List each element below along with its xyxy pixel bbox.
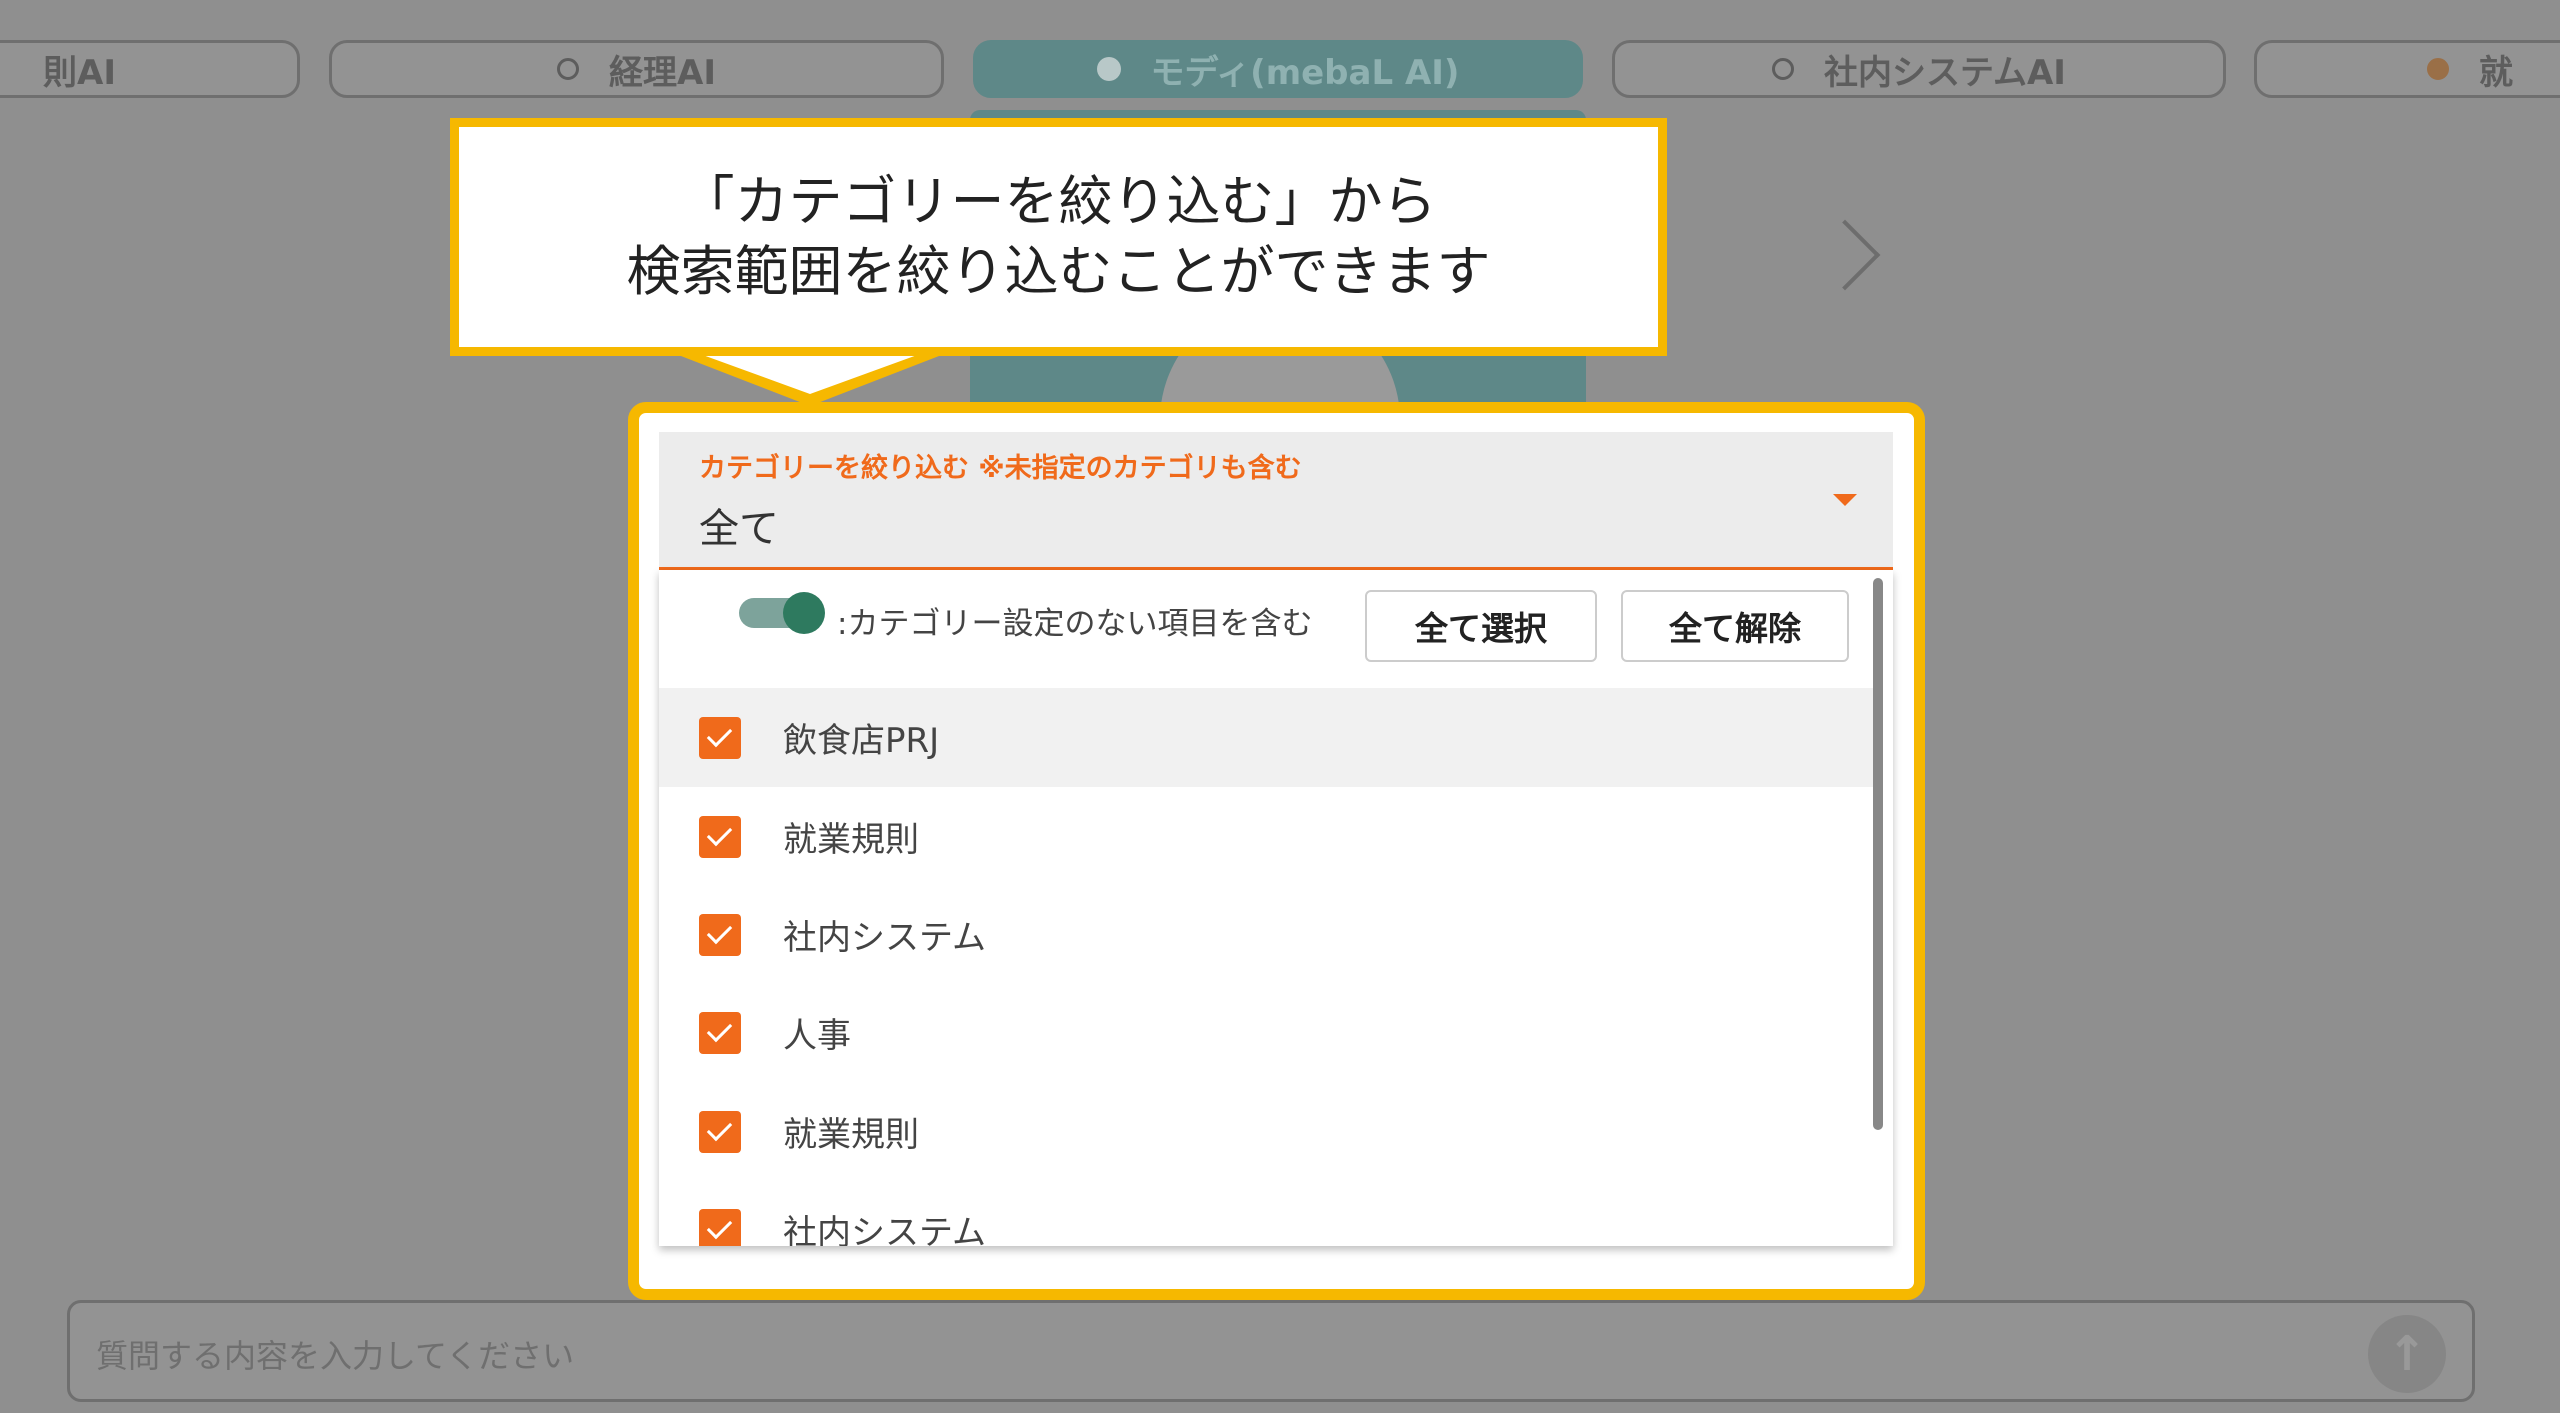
- list-item[interactable]: 飲食店PRJ: [659, 688, 1879, 787]
- list-item[interactable]: 就業規則: [659, 787, 1879, 886]
- question-input[interactable]: 質問する内容を入力してください ↑: [67, 1300, 2475, 1402]
- callout-line-1: 「カテゴリーを絞り込む」から: [680, 170, 1437, 233]
- checkbox-checked-icon[interactable]: [699, 913, 741, 956]
- list-item[interactable]: 就業規則: [659, 1082, 1879, 1181]
- item-label: 社内システム: [783, 918, 986, 958]
- tab-label: 社内システムAI: [1824, 52, 2066, 93]
- radio-icon: [1772, 58, 1795, 80]
- tab-label: 経理AI: [609, 52, 716, 93]
- question-placeholder: 質問する内容を入力してください: [96, 1337, 575, 1375]
- radio-selected-icon: [1096, 57, 1121, 81]
- menu-options-row: :カテゴリー設定のない項目を含む 全て選択 全て解除: [659, 570, 1893, 674]
- item-label: 就業規則: [783, 1115, 919, 1155]
- clear-all-button[interactable]: 全て解除: [1621, 590, 1849, 662]
- checkbox-checked-icon[interactable]: [699, 1110, 741, 1153]
- assistant-tabs: 則AI 経理AI モディ(mebaL AI) 社内システムAI 就: [0, 40, 2560, 106]
- category-filter-select[interactable]: カテゴリーを絞り込む ※未指定のカテゴリも含む 全て: [659, 432, 1893, 570]
- checkbox-checked-icon[interactable]: [699, 1208, 741, 1246]
- checkbox-checked-icon[interactable]: [699, 1011, 741, 1054]
- tab-label: モディ(mebaL AI): [1150, 52, 1460, 93]
- select-label: カテゴリーを絞り込む ※未指定のカテゴリも含む: [699, 453, 1302, 484]
- include-uncategorized-toggle[interactable]: [739, 592, 825, 634]
- item-label: 就業規則: [783, 820, 919, 860]
- checkbox-checked-icon[interactable]: [699, 716, 741, 759]
- select-value: 全て: [699, 506, 779, 552]
- checkbox-checked-icon[interactable]: [699, 815, 741, 858]
- list-item[interactable]: 人事: [659, 983, 1879, 1082]
- category-menu: :カテゴリー設定のない項目を含む 全て選択 全て解除 飲食店PRJ 就業規則 社…: [659, 570, 1893, 1246]
- tab-label: 就: [2479, 52, 2513, 93]
- radio-icon: [557, 58, 580, 80]
- toggle-knob: [783, 592, 825, 634]
- radio-icon: [2427, 58, 2449, 80]
- callout-line-2: 検索範囲を絞り込むことができます: [626, 240, 1491, 303]
- tab-internal-system-ai[interactable]: 社内システムAI: [1612, 40, 2226, 98]
- select-all-button[interactable]: 全て選択: [1365, 590, 1597, 662]
- dropdown-arrow-icon: [1833, 494, 1857, 506]
- instruction-callout: 「カテゴリーを絞り込む」から 検索範囲を絞り込むことができます: [450, 118, 1667, 356]
- tab-accounting-ai[interactable]: 経理AI: [329, 40, 944, 98]
- tab-rules-ai[interactable]: 則AI: [0, 40, 300, 98]
- item-label: 飲食店PRJ: [783, 721, 940, 761]
- item-label: 社内システム: [783, 1213, 986, 1246]
- tab-more[interactable]: 就: [2254, 40, 2560, 98]
- toggle-label: :カテゴリー設定のない項目を含む: [837, 606, 1313, 642]
- item-label: 人事: [783, 1016, 851, 1056]
- list-item[interactable]: 社内システム: [659, 885, 1879, 984]
- tab-label: 則AI: [43, 52, 116, 93]
- tab-modi-ai[interactable]: モディ(mebaL AI): [973, 40, 1583, 98]
- chevron-right-icon[interactable]: [1809, 219, 1881, 291]
- list-item[interactable]: 社内システム: [659, 1180, 1879, 1246]
- menu-scrollbar[interactable]: [1873, 578, 1883, 1130]
- send-arrow-icon[interactable]: ↑: [2368, 1315, 2446, 1393]
